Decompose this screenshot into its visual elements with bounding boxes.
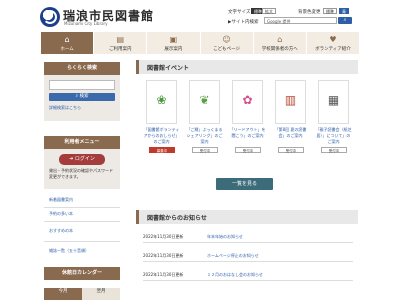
site-search-input[interactable]: Google 提供 — [264, 17, 337, 24]
main-nav: ⌂ ホーム ▤ ご利用案内 ▣ 展示案内 ☺ こどもページ ⌂ 学校関係者の方へ ♥ ボラン… — [41, 32, 360, 54]
nav-kids[interactable]: ☺ こどもページ — [200, 32, 254, 54]
easy-search-heading: らくらく検索 — [44, 62, 120, 75]
nav-school[interactable]: ⌂ 学校関係者の方へ — [253, 32, 307, 54]
color-standard-button[interactable]: 標準 — [323, 8, 337, 14]
exhibit-icon: ▣ — [169, 35, 178, 44]
events-heading-bar: 図書館イベント — [136, 60, 358, 74]
search-placeholder: Google 提供 — [267, 19, 291, 24]
text-size-large-button[interactable]: 拡大 — [262, 8, 276, 14]
school-icon: ⌂ — [277, 35, 283, 44]
site-search-label: ▶サイト内検索 — [228, 20, 259, 25]
event-card[interactable]: ▦ 「親子読書会（紙芝居）」について」のご案内 受付中 — [315, 80, 352, 166]
keyword-search-label: 検索 — [79, 94, 89, 99]
library-logo-icon[interactable] — [40, 7, 60, 27]
keyword-input[interactable] — [49, 80, 115, 90]
login-button[interactable]: ➜ ログイン — [59, 154, 105, 165]
calendar-tabs: 今月 翌月 — [44, 288, 120, 300]
event-title[interactable]: 「図書館ボランティアからのおしらせ」のご案内 — [143, 127, 180, 145]
tab-this-month[interactable]: 今月 — [44, 288, 82, 300]
news-link[interactable]: ホームページ停止のお知らせ — [207, 253, 259, 259]
site-subtitle: Mizunami City Library — [64, 21, 108, 26]
guide-icon: ▤ — [116, 35, 125, 44]
event-title[interactable]: 「第8回 夏の読書会」のご案内 — [272, 127, 309, 139]
event-thumbnail[interactable]: ▦ — [318, 80, 349, 124]
nav-label: こどもページ — [213, 47, 241, 52]
classroom-icon: ▦ — [327, 93, 340, 107]
nav-guide[interactable]: ▤ ご利用案内 — [94, 32, 148, 54]
leaf-icon: ❦ — [199, 93, 210, 107]
news-date: 2022年11月30日更新 — [143, 253, 184, 258]
event-title[interactable]: 「リードアウト」を聞こう」のご案内 — [229, 127, 266, 139]
nav-home[interactable]: ⌂ ホーム — [41, 32, 95, 54]
recommended-books-link[interactable]: おすすめの本 — [49, 228, 73, 234]
event-status-badge: 受付中 — [278, 147, 304, 153]
site-search-button[interactable]: ⌕ — [338, 17, 352, 24]
new-books-link[interactable]: 新着図書案内 — [49, 197, 73, 203]
event-cards: ❀ 「図書館ボランティアからのおしらせ」のご案内 募集中 ❦ 「ご縁」ぶっくまる… — [143, 80, 353, 166]
magazine-list-link[interactable]: 雑誌一覧（五十音順） — [49, 248, 89, 254]
event-status-badge: 受付中 — [321, 147, 347, 153]
nav-exhibit[interactable]: ▣ 展示案内 — [147, 32, 201, 54]
news-heading: 図書館からのお知らせ — [147, 215, 207, 222]
news-heading-bar: 図書館からのお知らせ — [136, 210, 358, 224]
advanced-search-link[interactable]: 詳細検索はこちら — [49, 105, 81, 111]
news-link[interactable]: １２月のおはなし会のお知らせ — [207, 272, 263, 278]
nav-label: 学校関係者の方へ — [261, 47, 298, 52]
nav-label: 展示案内 — [164, 47, 183, 52]
event-card[interactable]: ✿ 「リードアウト」を聞こう」のご案内 受付中 — [229, 80, 266, 166]
color-change-label: 背景色変更 — [298, 10, 321, 15]
event-status-badge: 募集中 — [149, 147, 175, 153]
nav-volunteer[interactable]: ♥ ボランティア紹介 — [306, 32, 360, 54]
user-menu-heading: 利用者メニュー — [44, 136, 120, 149]
keyword-search-button[interactable]: ⌕ 検索 — [49, 93, 115, 101]
user-menu-panel: ➜ ログイン 貸出・予約状況の確認やパスワード変更ができます。 — [44, 149, 120, 189]
event-title[interactable]: 「親子読書会（紙芝居）」について」のご案内 — [315, 127, 352, 145]
event-card[interactable]: ❀ 「図書館ボランティアからのおしらせ」のご案内 募集中 — [143, 80, 180, 166]
events-more-button[interactable]: 一覧を見る — [216, 178, 273, 190]
news-item: 2022年11月30日更新 年末年始のお知らせ — [143, 230, 353, 243]
user-menu-links: 新着図書案内 予約の多い本 おすすめの本 雑誌一覧（五十音順） — [44, 194, 120, 260]
kids-icon: ☺ — [222, 35, 231, 44]
nav-label: ホーム — [60, 47, 74, 52]
nav-label: ボランティア紹介 — [315, 47, 351, 52]
divider — [44, 207, 120, 208]
event-thumbnail[interactable]: ▥ — [275, 80, 306, 124]
events-heading: 図書館イベント — [147, 65, 190, 72]
news-date: 2022年11月30日更新 — [143, 234, 184, 239]
event-card[interactable]: ▥ 「第8回 夏の読書会」のご案内 受付中 — [272, 80, 309, 166]
news-link[interactable]: 年末年始のお知らせ — [207, 234, 243, 240]
home-icon: ⌂ — [64, 35, 70, 44]
event-status-badge: 受付中 — [235, 147, 261, 153]
news-date: 2022年11月30日更新 — [143, 272, 184, 277]
event-thumbnail[interactable]: ❀ — [146, 80, 177, 124]
color-blue-button[interactable]: 青 — [339, 8, 349, 14]
nav-label: ご利用案内 — [109, 47, 132, 52]
easy-search-panel: ⌕ 検索 詳細検索はこちら — [44, 75, 120, 121]
divider — [44, 221, 120, 222]
divider — [44, 241, 120, 242]
news-item: 2022年11月30日更新 １２月のおはなし会のお知らせ — [143, 268, 353, 281]
event-title[interactable]: 「ご縁」ぶっくまるシェアリング」のご案内 — [186, 127, 223, 145]
event-card[interactable]: ❦ 「ご縁」ぶっくまるシェアリング」のご案内 受付中 — [186, 80, 223, 166]
popular-reservations-link[interactable]: 予約の多い本 — [49, 211, 73, 217]
event-status-badge: 受付中 — [192, 147, 218, 153]
tab-next-month[interactable]: 翌月 — [82, 288, 120, 300]
volunteer-icon: ♥ — [329, 35, 337, 44]
login-label: ログイン — [74, 156, 95, 162]
news-item: 2022年11月30日更新 ホームページ停止のお知らせ — [143, 249, 353, 262]
book-icon: ▥ — [284, 93, 297, 107]
calendar-heading: 休館日カレンダー — [44, 267, 120, 280]
login-note: 貸出・予約状況の確認やパスワード変更ができます。 — [49, 168, 113, 179]
flower-icon: ✿ — [242, 93, 253, 107]
site-header: 瑞浪市民図書館 Mizunami City Library 文字サイズ 標準 拡… — [0, 0, 400, 32]
event-thumbnail[interactable]: ❦ — [189, 80, 220, 124]
text-size-label: 文字サイズ — [228, 10, 251, 15]
search-icon: ⌕ — [343, 17, 347, 23]
event-thumbnail[interactable]: ✿ — [232, 80, 263, 124]
wreath-icon: ❀ — [156, 93, 167, 107]
